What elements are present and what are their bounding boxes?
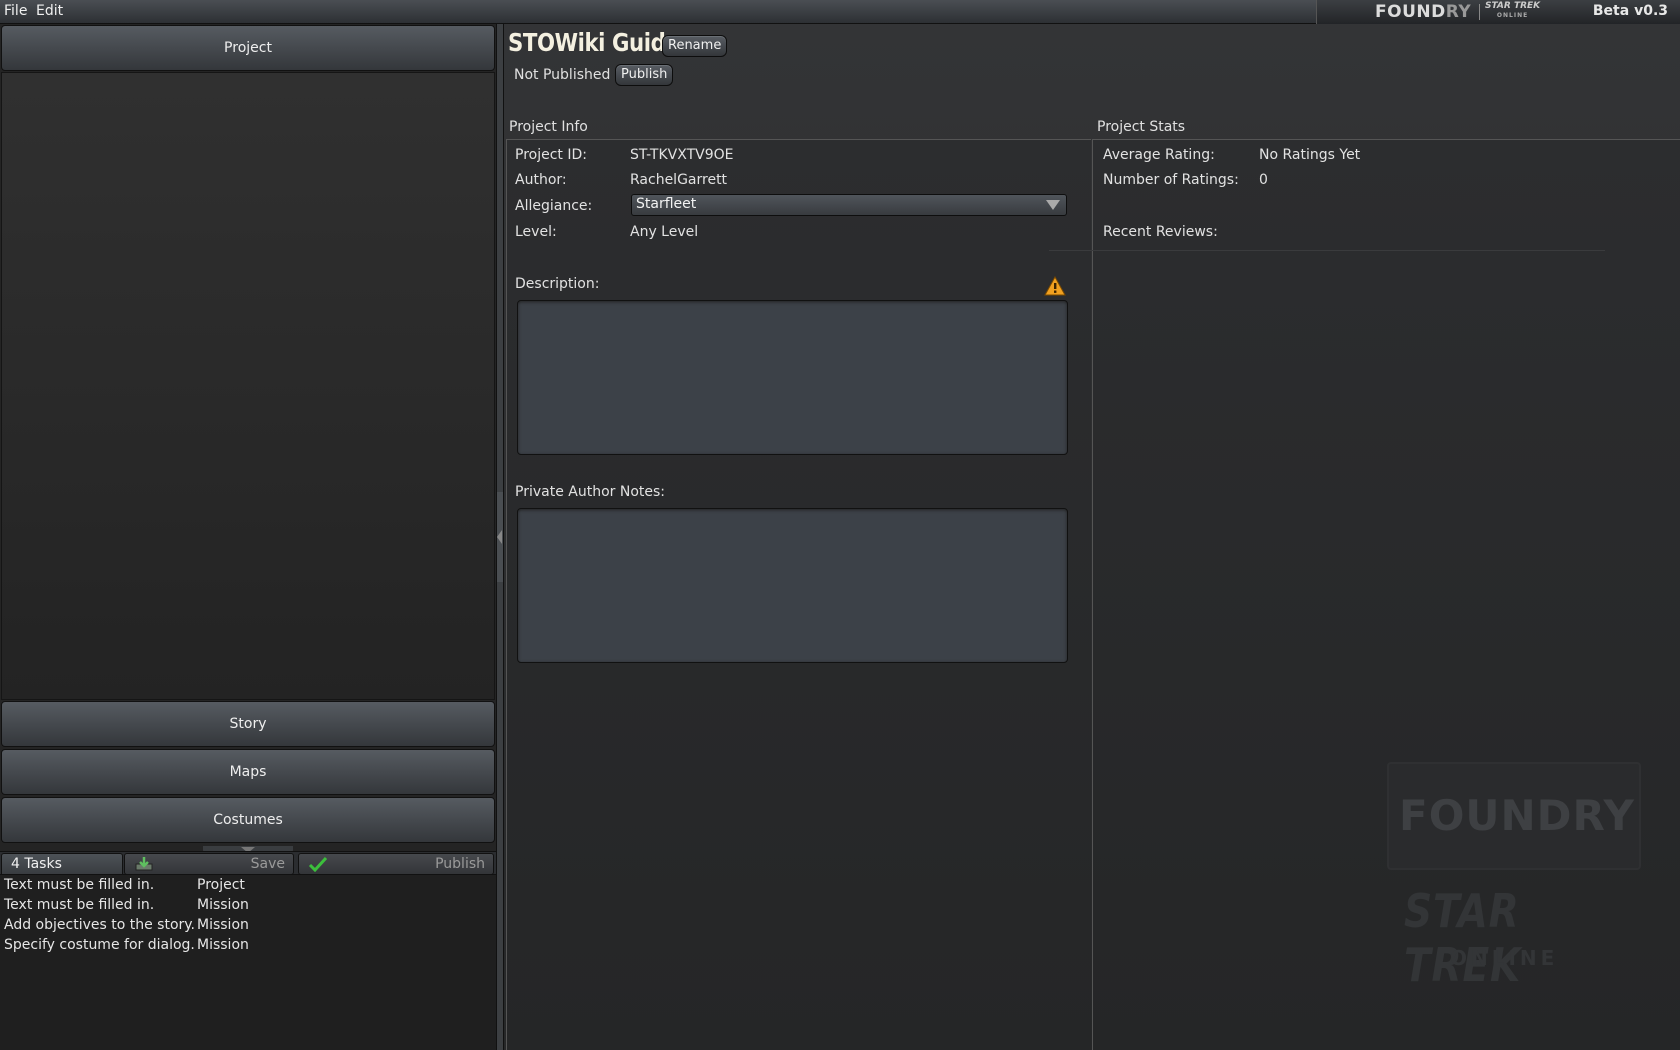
description-label: Description: [515,276,600,292]
average-rating-value: No Ratings Yet [1259,147,1361,163]
brand-area: FOUNDRY STAR TREK ONLINE Beta v0.3 [1316,0,1680,24]
project-id-value: ST-TKVXTV9OE [630,147,734,163]
accordion-project[interactable]: Project [1,25,495,71]
project-accordion-body [1,72,495,700]
save-button[interactable]: Save [124,853,294,875]
accordion-costumes[interactable]: Costumes [1,797,495,843]
publish-task-label: Publish [435,856,485,872]
publish-status: Not Published [514,67,611,83]
average-rating-label: Average Rating: [1103,147,1215,163]
foundry-logo: FOUNDRY [1375,2,1472,22]
star-trek-online-logo: STAR TREK ONLINE [1485,1,1541,20]
accordion-maps[interactable]: Maps [1,749,495,795]
task-list: Text must be filled in. Project Text must… [0,875,496,1050]
publish-task-button[interactable]: Publish [298,853,494,875]
project-title: STOWiki Guide [508,28,680,57]
left-panel: Project Story Maps Costumes 4 Tasks Save… [0,24,496,1050]
menu-bar: File Edit FOUNDRY STAR TREK ONLINE Beta v… [0,0,1680,24]
publish-button[interactable]: Publish [615,64,674,86]
version-label: Beta v0.3 [1592,3,1668,19]
recent-reviews-label: Recent Reviews: [1103,224,1218,240]
author-label: Author: [515,172,567,188]
save-icon [135,857,153,871]
level-label: Level: [515,224,557,240]
collapse-left-icon[interactable] [497,492,503,582]
foundry-watermark: FOUNDRY [1387,762,1641,870]
reviews-divider [1049,250,1605,251]
accordion-story[interactable]: Story [1,701,495,747]
task-bar: 4 Tasks Save Publish [0,851,496,875]
menu-file[interactable]: File [4,3,27,19]
save-label: Save [250,856,285,872]
project-stats-title: Project Stats [1097,119,1186,135]
level-value: Any Level [630,224,699,240]
warning-icon [1044,276,1066,296]
project-id-label: Project ID: [515,147,587,163]
panel-splitter[interactable] [496,24,504,1050]
tasks-tab[interactable]: 4 Tasks [1,853,123,875]
allegiance-label: Allegiance: [515,198,593,214]
watermark-online: ONLINE [1450,946,1559,970]
number-of-ratings-label: Number of Ratings: [1103,172,1239,188]
watermark-star-trek: STAR TREK [1404,884,1522,992]
brand-separator [1479,4,1480,20]
project-info-title: Project Info [509,119,588,135]
allegiance-select[interactable]: Starfleet [631,194,1067,216]
notes-label: Private Author Notes: [515,484,665,500]
main-area: STOWiki Guide Rename Not Published Publi… [504,24,1680,1050]
description-field[interactable] [517,300,1068,455]
watermark-foundry: FOUNDRY [1399,791,1635,840]
allegiance-value: Starfleet [636,196,697,212]
chevron-down-icon [1046,200,1060,210]
menu-edit[interactable]: Edit [36,3,63,19]
number-of-ratings-value: 0 [1259,172,1268,188]
author-value: RachelGarrett [630,172,728,188]
project-info-panel: Project ID: ST-TKVXTV9OE Author: RachelG… [506,139,1091,1050]
author-notes-field[interactable] [517,508,1068,663]
rename-button[interactable]: Rename [662,35,728,57]
checkmark-icon [308,856,328,872]
